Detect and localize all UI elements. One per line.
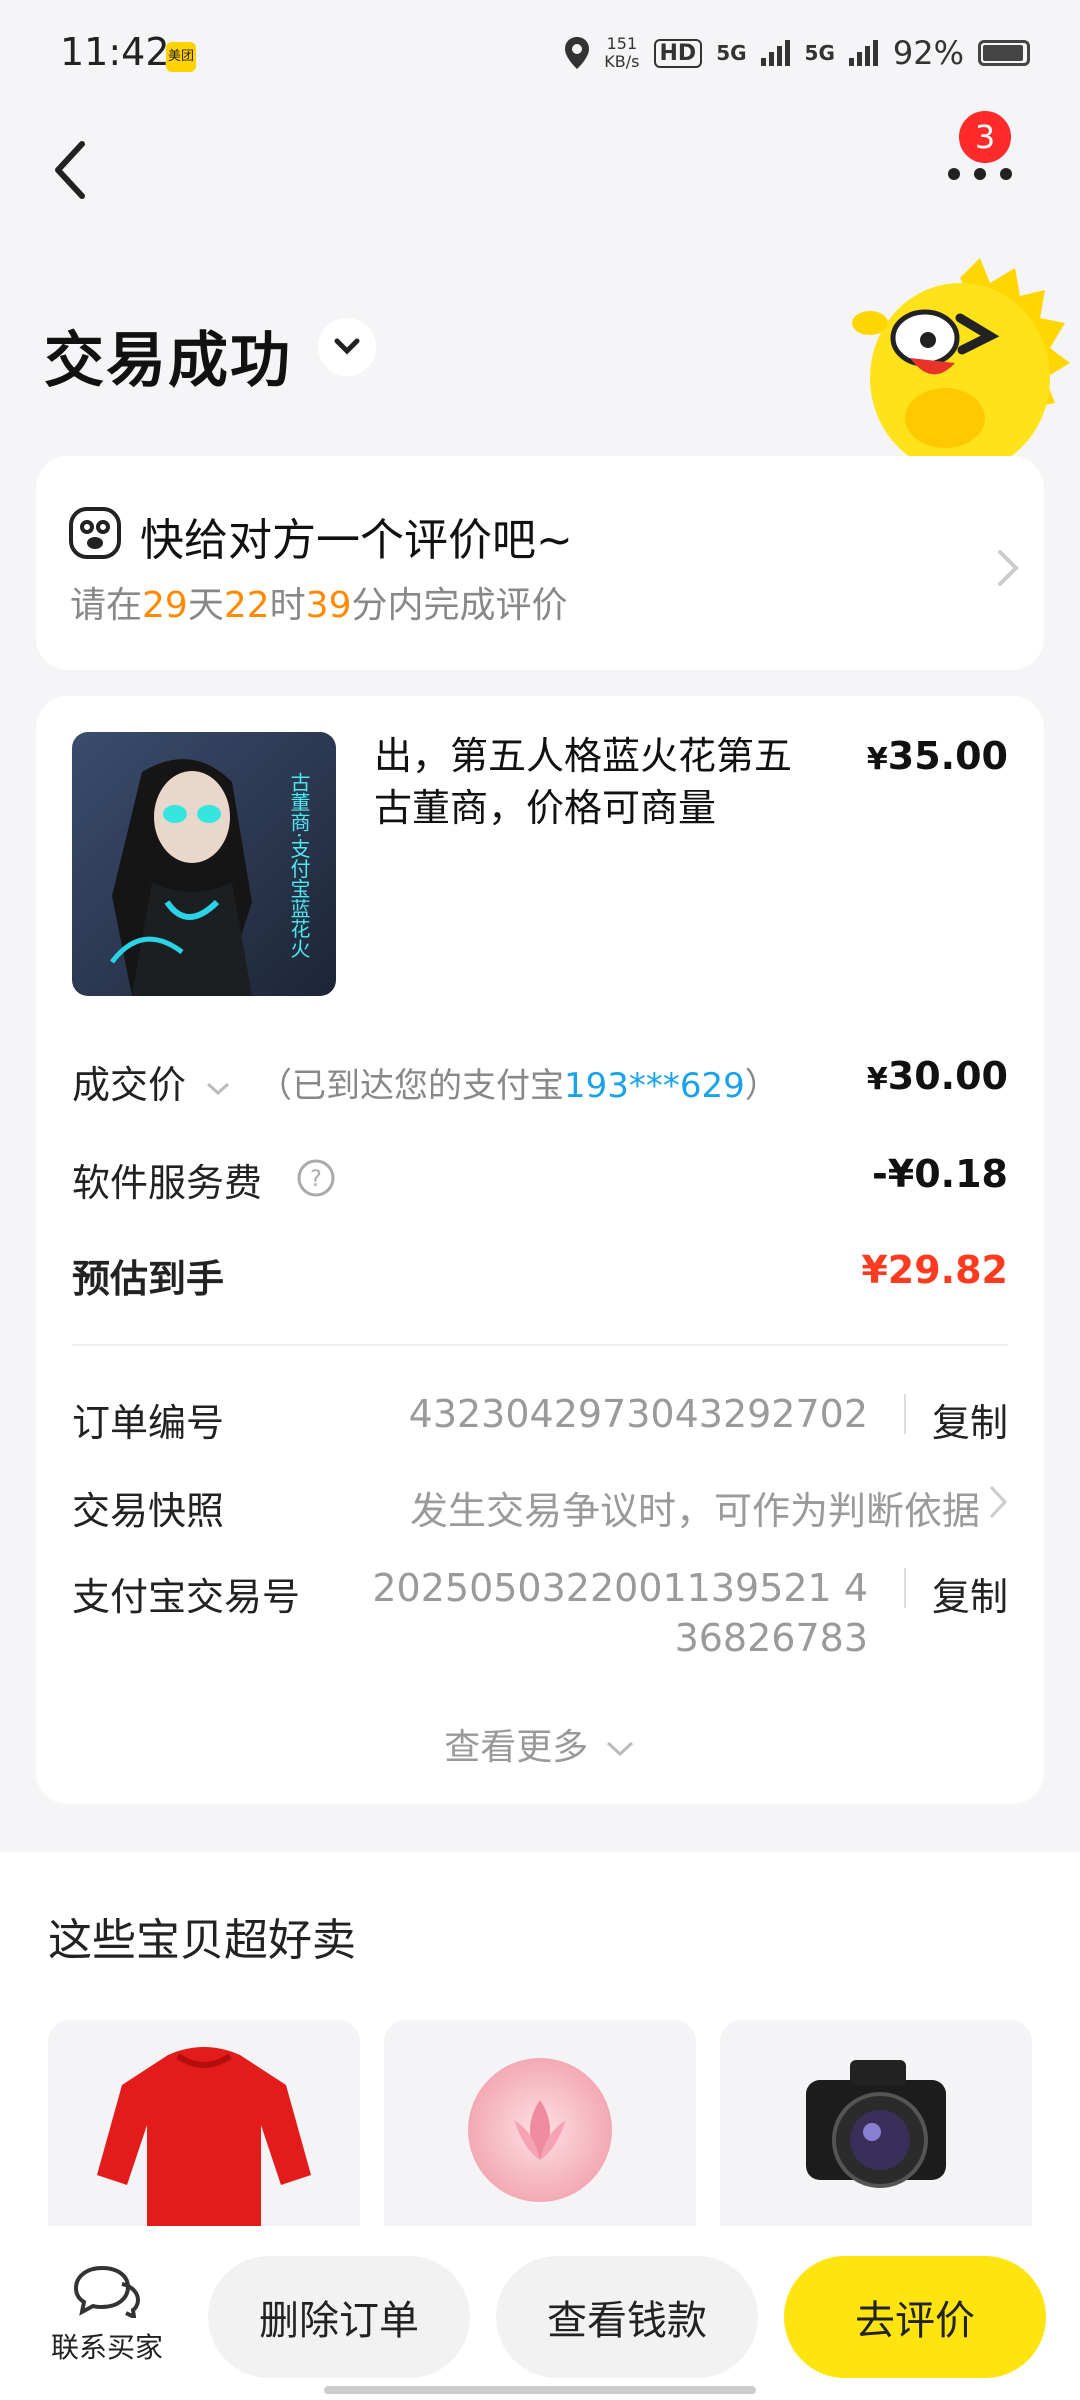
trade-snapshot-label: 交易快照 bbox=[72, 1489, 225, 1533]
chevron-right-icon bbox=[989, 1485, 1008, 1519]
estimated-receipt-value: ¥29.82 bbox=[861, 1248, 1008, 1292]
view-money-button[interactable]: 查看钱款 bbox=[496, 2256, 758, 2378]
network-speed: 151 KB/s bbox=[604, 34, 640, 71]
emoji-face-icon bbox=[69, 507, 121, 559]
recommendation-item-flower[interactable] bbox=[384, 2020, 696, 2260]
product-image[interactable]: 古董商·支付宝蓝花火 bbox=[72, 732, 336, 996]
trade-snapshot-value[interactable]: 发生交易争议时，可作为判断依据 bbox=[410, 1480, 980, 1535]
svg-text:?: ? bbox=[310, 1167, 322, 1192]
location-icon bbox=[565, 37, 590, 69]
chevron-down-icon bbox=[334, 338, 360, 355]
recommendation-item-sweater[interactable] bbox=[48, 2020, 360, 2260]
copy-order-number-button[interactable]: 复制 bbox=[932, 1392, 1008, 1447]
alipay-trade-number-line1: 2025050322001139521 4 bbox=[372, 1566, 868, 1610]
divider bbox=[72, 1344, 1008, 1346]
countdown-days: 29 bbox=[142, 585, 188, 626]
countdown-minutes: 39 bbox=[305, 585, 352, 626]
signal-5g-icon-2: 5G bbox=[804, 41, 835, 65]
service-fee-value: -¥0.18 bbox=[872, 1152, 1008, 1196]
status-indicators: 151 KB/s HD 5G 5G 92% bbox=[564, 34, 1030, 72]
chevron-down-icon bbox=[606, 1741, 633, 1757]
home-indicator bbox=[324, 2386, 756, 2394]
deal-price-label[interactable]: 成交价 bbox=[72, 1054, 232, 1109]
status-bar: 11:42 美团 151 KB/s HD 5G 5G 92% bbox=[0, 0, 1080, 110]
recommendations-title: 这些宝贝超好卖 bbox=[48, 1915, 356, 1966]
review-title: 快给对方一个评价吧~ bbox=[140, 515, 573, 566]
service-fee-label: 软件服务费 bbox=[72, 1161, 263, 1205]
copy-separator bbox=[904, 1394, 906, 1434]
red-sweater-image bbox=[97, 2047, 311, 2245]
review-countdown: 请在29天22时39分内完成评价 bbox=[70, 585, 568, 626]
alipay-account: 193***629 bbox=[564, 1066, 745, 1106]
countdown-hours: 22 bbox=[223, 585, 270, 626]
signal-5g-icon: 5G bbox=[716, 41, 747, 65]
battery-icon bbox=[978, 40, 1030, 66]
chevron-down-icon bbox=[207, 1082, 230, 1096]
product-image-caption: 古董商·支付宝蓝花火 bbox=[287, 772, 311, 959]
copy-alipay-number-button[interactable]: 复制 bbox=[932, 1566, 1008, 1621]
deal-price-value: ¥30.00 bbox=[866, 1054, 1008, 1098]
product-thumbnail: 古董商·支付宝蓝花火 bbox=[72, 732, 336, 996]
order-number-label: 订单编号 bbox=[72, 1401, 225, 1445]
alipay-trade-number-label: 支付宝交易号 bbox=[72, 1575, 301, 1619]
back-arrow-icon[interactable] bbox=[44, 130, 104, 210]
title-dropdown-button[interactable] bbox=[318, 318, 376, 376]
camera-image bbox=[806, 2060, 946, 2188]
delete-order-button[interactable]: 删除订单 bbox=[208, 2256, 470, 2378]
pink-flower-image bbox=[468, 2058, 612, 2202]
recommendation-item-camera[interactable] bbox=[720, 2020, 1032, 2260]
estimated-receipt-label: 预估到手 bbox=[72, 1257, 225, 1301]
copy-separator bbox=[904, 1568, 906, 1608]
status-time: 11:42 bbox=[60, 30, 170, 74]
battery-percent: 92% bbox=[892, 34, 964, 72]
deal-price-note: （已到达您的支付宝193***629） bbox=[258, 1066, 779, 1106]
hd-icon: HD bbox=[653, 38, 703, 68]
page-title: 交易成功 bbox=[44, 326, 292, 396]
chevron-right-icon bbox=[998, 550, 1019, 586]
contact-buyer-label: 联系买家 bbox=[50, 2331, 163, 2364]
write-review-button[interactable]: 去评价 bbox=[784, 2256, 1046, 2378]
product-price: ¥35.00 bbox=[866, 734, 1008, 778]
order-number-value: 4323042973043292702 bbox=[408, 1392, 868, 1436]
app-notification-badge: 美团 bbox=[166, 42, 196, 72]
signal-bars-icon bbox=[760, 40, 790, 66]
chat-bubble-icon bbox=[73, 2265, 141, 2321]
product-title[interactable]: 出，第五人格蓝火花第五古董商，价格可商量 bbox=[374, 730, 824, 834]
help-icon[interactable]: ? bbox=[296, 1158, 336, 1198]
alipay-trade-number-line2: 36826783 bbox=[674, 1616, 868, 1660]
message-count-badge: 3 bbox=[956, 108, 1014, 166]
view-more-button[interactable]: 查看更多 bbox=[0, 1718, 1080, 1770]
mascot-illustration bbox=[852, 258, 1070, 458]
contact-buyer-button[interactable]: 联系买家 bbox=[42, 2262, 172, 2372]
signal-bars-icon-2 bbox=[848, 40, 878, 66]
